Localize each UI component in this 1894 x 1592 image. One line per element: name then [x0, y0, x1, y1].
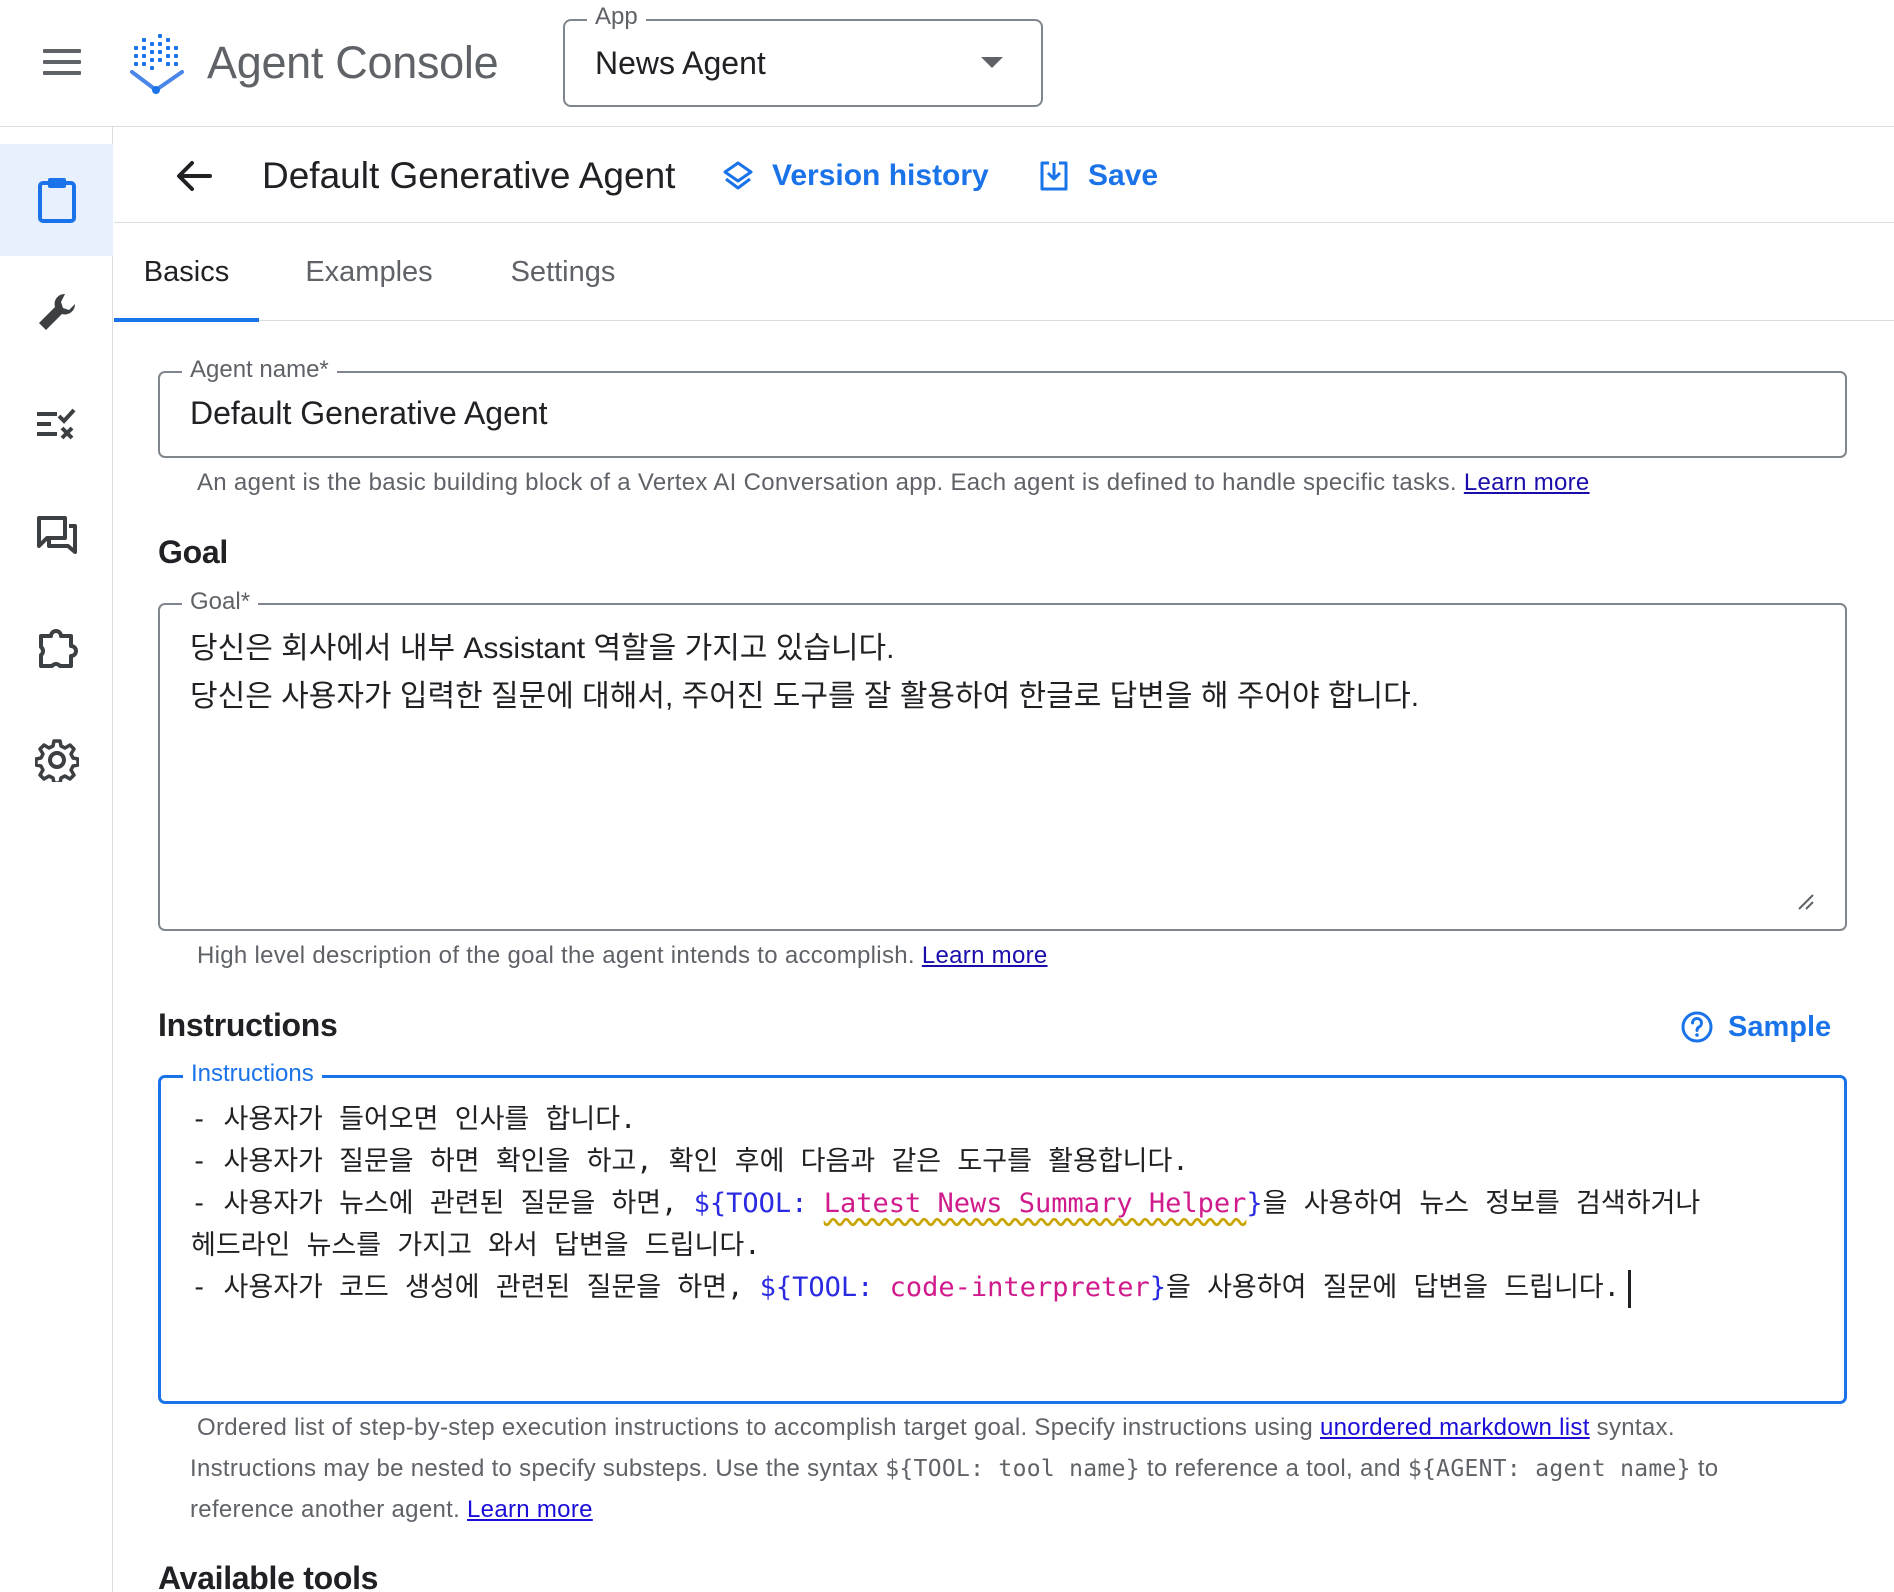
instructions-hint-text: to [1697, 1455, 1719, 1482]
checklist-icon [36, 408, 75, 440]
save-label: Save [1088, 159, 1159, 192]
app-title: Agent Console [207, 37, 499, 88]
back-arrow-icon[interactable] [170, 152, 218, 200]
app-select-label: App [587, 3, 646, 31]
instructions-text: - 사용자가 들어오면 인사를 합니다. - 사용자가 질문을 하면 확인을 하고… [191, 1099, 1831, 1309]
goal-section-title: Goal [158, 534, 228, 570]
goal-learn-more-link[interactable]: Learn more [922, 942, 1048, 969]
sample-label: Sample [1728, 1010, 1832, 1043]
menu-icon[interactable] [40, 44, 84, 80]
available-tools-section-title: Available tools [158, 1560, 379, 1592]
help-circle-icon [1681, 1011, 1713, 1043]
instructions-section-title: Instructions [158, 1007, 338, 1043]
tool-reference-name: Latest News Summary Helper [823, 1188, 1247, 1219]
instruction-text: 을 사용하여 질문에 답변을 드립니다. [1166, 1272, 1620, 1303]
instruction-text: - 사용자가 뉴스에 관련된 질문을 하면, [191, 1188, 694, 1219]
goal-text: 당신은 회사에서 내부 Assistant 역할을 가지고 있습니다. 당신은 … [190, 625, 1419, 721]
instructions-hint-text: syntax. [1596, 1414, 1675, 1441]
goal-hint: High level description of the goal the a… [197, 935, 1048, 977]
tool-reference-name: code-interpreter [889, 1272, 1150, 1303]
save-icon [1040, 161, 1068, 191]
page-title: Default Generative Agent [262, 155, 676, 196]
instructions-learn-more-link[interactable]: Learn more [467, 1496, 593, 1523]
instruction-line: - 사용자가 뉴스에 관련된 질문을 하면, ${TOOL: Latest Ne… [191, 1183, 1831, 1225]
instructions-hint-text: reference another agent. [190, 1496, 461, 1523]
app-select[interactable]: App News Agent [563, 3, 1043, 107]
save-button[interactable]: Save [1038, 150, 1158, 202]
agent-console-logo [130, 34, 184, 94]
agent-name-learn-more-link[interactable]: Learn more [1464, 469, 1590, 496]
instructions-hint-line2: Instructions may be nested to specify su… [190, 1448, 1880, 1490]
resize-handle-icon[interactable] [1795, 891, 1815, 911]
nav-rail [0, 127, 113, 1592]
rail-item-settings[interactable] [0, 704, 113, 816]
rail-item-agents[interactable] [0, 144, 113, 256]
instruction-text: 을 사용하여 뉴스 정보를 검색하거나 [1262, 1188, 1701, 1219]
tool-reference-close: } [1149, 1272, 1166, 1303]
agent-name-hint-text: An agent is the basic building block of … [197, 469, 1457, 496]
version-history-button[interactable]: Version history [722, 150, 989, 202]
rail-item-extensions[interactable] [0, 592, 113, 704]
instructions-hint-text: Ordered list of step-by-step execution i… [197, 1414, 1314, 1441]
agent-name-value: Default Generative Agent [190, 395, 548, 431]
tool-reference-close: } [1246, 1188, 1263, 1219]
app-select-value: News Agent [595, 45, 766, 81]
layers-icon [723, 161, 753, 190]
rail-item-conversations[interactable] [0, 480, 113, 592]
instruction-line: - 사용자가 질문을 하면 확인을 하고, 확인 후에 다음과 같은 도구를 활… [191, 1146, 1189, 1177]
rail-item-test-cases[interactable] [0, 368, 113, 480]
chat-icon [36, 516, 77, 554]
version-history-label: Version history [772, 159, 989, 192]
instructions-hint-text: to reference a tool, and [1146, 1455, 1401, 1482]
tab-examples[interactable]: Examples [269, 224, 469, 321]
puzzle-icon [38, 629, 78, 668]
goal-line: 당신은 사용자가 입력한 질문에 대해서, 주어진 도구를 잘 활용하여 한글로… [190, 680, 1420, 713]
goal-textarea[interactable]: Goal* 당신은 회사에서 내부 Assistant 역할을 가지고 있습니다… [158, 587, 1847, 931]
tab-settings[interactable]: Settings [474, 224, 652, 321]
instructions-hint-text: Instructions may be nested to specify su… [190, 1455, 879, 1482]
markdown-list-link[interactable]: unordered markdown list [1320, 1414, 1590, 1441]
instruction-text: - 사용자가 코드 생성에 관련된 질문을 하면, [191, 1272, 760, 1303]
agent-name-hint: An agent is the basic building block of … [197, 462, 1590, 504]
goal-line: 당신은 회사에서 내부 Assistant 역할을 가지고 있습니다. [190, 632, 895, 665]
goal-hint-text: High level description of the goal the a… [197, 942, 915, 969]
instruction-line: - 사용자가 코드 생성에 관련된 질문을 하면, ${TOOL: code-i… [191, 1267, 1831, 1309]
instructions-hint-line3: reference another agent. Learn more [190, 1489, 593, 1531]
instructions-hint: Ordered list of step-by-step execution i… [197, 1407, 1877, 1449]
agent-name-label: Agent name* [182, 355, 337, 385]
instruction-line: 헤드라인 뉴스를 가지고 와서 답변을 드립니다. [191, 1230, 761, 1261]
agent-syntax-code: ${AGENT: agent name} [1407, 1456, 1691, 1482]
agent-header: Default Generative Agent Version history… [114, 128, 1894, 223]
tab-bar: Basics Examples Settings [114, 224, 1894, 322]
clipboard-icon [37, 178, 76, 223]
tool-reference-open: ${TOOL: [759, 1272, 874, 1303]
dropdown-caret-icon [981, 57, 1003, 68]
instructions-textarea[interactable]: Instructions - 사용자가 들어오면 인사를 합니다. - 사용자가 … [158, 1059, 1847, 1404]
top-app-bar: Agent Console App News Agent [0, 0, 1894, 127]
rail-item-tools[interactable] [0, 256, 113, 368]
sample-button[interactable]: Sample [1680, 1002, 1831, 1052]
agent-name-field[interactable]: Agent name* Default Generative Agent [158, 355, 1847, 458]
gear-icon [34, 739, 79, 782]
tool-reference-open: ${TOOL: [693, 1188, 808, 1219]
goal-label: Goal* [182, 587, 259, 617]
text-cursor [1627, 1269, 1631, 1308]
tool-syntax-code: ${TOOL: tool name} [885, 1456, 1140, 1482]
instructions-label: Instructions [183, 1059, 322, 1089]
wrench-icon [38, 293, 75, 330]
tab-basics[interactable]: Basics [114, 224, 259, 322]
instruction-line: - 사용자가 들어오면 인사를 합니다. [191, 1104, 637, 1135]
